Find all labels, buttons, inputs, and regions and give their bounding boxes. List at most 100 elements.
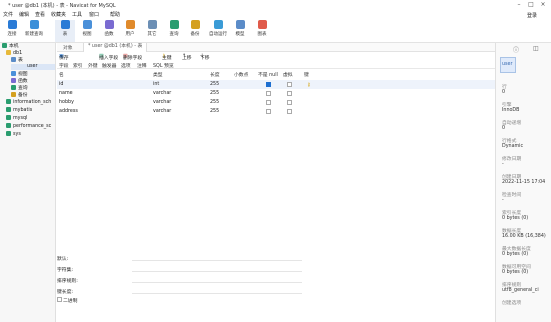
table-button[interactable]: 表 (55, 20, 75, 42)
database-icon (6, 50, 11, 55)
tree-node-queries[interactable]: 查询 (11, 85, 28, 91)
tab-bar: 对象 * user @db1 (本机) - 表 (57, 43, 495, 52)
menu-edit[interactable]: 编辑 (19, 11, 29, 18)
info-value: 0 bytes (0) (502, 216, 529, 221)
menu-favorites[interactable]: 收藏夹 (51, 11, 66, 18)
tab-foreign-keys[interactable]: 外键 (88, 62, 98, 69)
default-label: 默认: (57, 257, 69, 262)
views-icon (11, 71, 16, 76)
column-header-key: 键 (304, 73, 309, 78)
tree-node-connection[interactable]: 本机 (2, 43, 19, 49)
column-header-name: 名 (59, 73, 64, 78)
backups-icon (11, 92, 16, 97)
model-button[interactable]: 模型 (230, 20, 250, 42)
not-null-checkbox[interactable] (266, 109, 271, 114)
tab-triggers[interactable]: 触发器 (102, 62, 116, 69)
minimize-icon[interactable]: – (514, 1, 524, 9)
charset-select[interactable] (132, 267, 302, 272)
object-info-panel: ⓘ ◫ user 行 0 引擎 InnoDB 自动递增 0 行格式 Dynamic 修改日期 - 创… (495, 43, 551, 322)
default-input[interactable] (132, 256, 302, 261)
charset-label: 字符集: (57, 268, 74, 273)
table-row[interactable]: id int 255 ⚷ (57, 80, 495, 89)
column-header-not-null: 不是 null (258, 73, 278, 78)
ddl-icon[interactable]: ◫ (533, 45, 539, 52)
table-row[interactable]: name varchar 255 (57, 89, 495, 98)
tree-node-information-schema[interactable]: information_sch (6, 99, 51, 105)
info-key: 行 (502, 85, 507, 90)
menu-file[interactable]: 文件 (3, 11, 13, 18)
info-value: 0 bytes (0) (502, 270, 529, 275)
query-button[interactable]: 查询 (164, 20, 184, 42)
not-null-checkbox[interactable] (266, 82, 271, 87)
close-icon[interactable]: × (538, 1, 548, 9)
not-null-checkbox[interactable] (266, 91, 271, 96)
table-icon (60, 20, 70, 29)
menu-tools[interactable]: 工具 (72, 11, 82, 18)
tree-node-sys[interactable]: sys (6, 131, 21, 137)
tree-node-functions[interactable]: 函数 (11, 78, 28, 84)
tab-options[interactable]: 选项 (121, 62, 131, 69)
key-length-input[interactable] (132, 289, 302, 294)
connect-icon (7, 20, 17, 29)
column-header-length: 长度 (210, 73, 220, 78)
virtual-checkbox[interactable] (287, 109, 292, 114)
tree-node-tables[interactable]: 表 (11, 57, 23, 63)
tree-node-mybatis[interactable]: mybatis (6, 107, 32, 113)
auto-run-button[interactable]: 自动运行 (206, 20, 230, 42)
column-header-virtual: 虚拟 (283, 73, 293, 78)
tab-fields[interactable]: 字段 (59, 62, 69, 69)
tree-node-views[interactable]: 视图 (11, 71, 28, 77)
menu-window[interactable]: 窗口 (89, 11, 99, 18)
tab-user-table[interactable]: * user @db1 (本机) - 表 (83, 43, 148, 52)
backup-icon (190, 20, 200, 29)
collation-select[interactable] (132, 278, 302, 283)
info-value: utf8_general_ci (502, 288, 539, 293)
virtual-checkbox[interactable] (287, 91, 292, 96)
tree-node-backups[interactable]: 备份 (11, 92, 28, 98)
auto-run-icon (213, 20, 223, 29)
function-icon (104, 20, 114, 29)
info-value: 0 (502, 126, 506, 131)
info-key: 索引长度 (502, 211, 522, 216)
view-button[interactable]: 视图 (77, 20, 97, 42)
tab-comment[interactable]: 注释 (137, 62, 147, 69)
binary-checkbox[interactable] (57, 297, 62, 302)
user-button[interactable]: 用户 (120, 20, 140, 42)
tree-node-user-table[interactable]: user (11, 64, 55, 70)
info-icon[interactable]: ⓘ (513, 45, 519, 54)
tab-indexes[interactable]: 索引 (73, 62, 83, 69)
info-value: InnoDB (502, 108, 520, 113)
virtual-checkbox[interactable] (287, 100, 292, 105)
menu-help[interactable]: 帮助 (110, 11, 120, 18)
tree-node-database[interactable]: db1 (6, 50, 22, 56)
field-properties: 默认: 字符集: 排序规则: 键长度: 二进制 (57, 255, 302, 315)
view-icon (82, 20, 92, 29)
tree-node-performance-schema[interactable]: performance_sc (6, 123, 51, 129)
tree-node-mysql[interactable]: mysql (6, 115, 27, 121)
function-button[interactable]: 函数 (99, 20, 119, 42)
menu-view[interactable]: 查看 (35, 11, 45, 18)
tab-objects[interactable]: 对象 (63, 44, 73, 51)
virtual-checkbox[interactable] (287, 82, 292, 87)
info-value: Dynamic (502, 144, 524, 149)
info-key: 数据长度 (502, 229, 522, 234)
table-row[interactable]: hobby varchar 255 (57, 98, 495, 107)
new-query-icon (29, 20, 39, 29)
navigation-tree: 本机 db1 表 user 视图 函数 查询 备份 information_sc… (0, 43, 56, 322)
not-null-checkbox[interactable] (266, 100, 271, 105)
info-key: 最大数据长度 (502, 247, 531, 252)
column-header-decimals: 小数点 (234, 73, 249, 78)
maximize-icon[interactable]: □ (526, 1, 536, 9)
tab-sql-preview[interactable]: SQL 预览 (153, 62, 174, 69)
chart-icon (257, 20, 267, 29)
table-row[interactable]: address varchar 255 (57, 107, 495, 116)
new-query-button[interactable]: 新建查询 (24, 20, 44, 42)
binary-checkbox-row[interactable]: 二进制 (57, 297, 77, 304)
window-title: * user @db1 (本机) - 表 - Navicat for MySQL (8, 3, 116, 9)
backup-button[interactable]: 备份 (185, 20, 205, 42)
info-value: 16.00 KB (16,384) (502, 234, 546, 239)
connect-button[interactable]: 连接 (2, 20, 22, 42)
other-button[interactable]: 其它 (142, 20, 162, 42)
info-key: 创建日期 (502, 175, 522, 180)
chart-button[interactable]: 图表 (252, 20, 272, 42)
